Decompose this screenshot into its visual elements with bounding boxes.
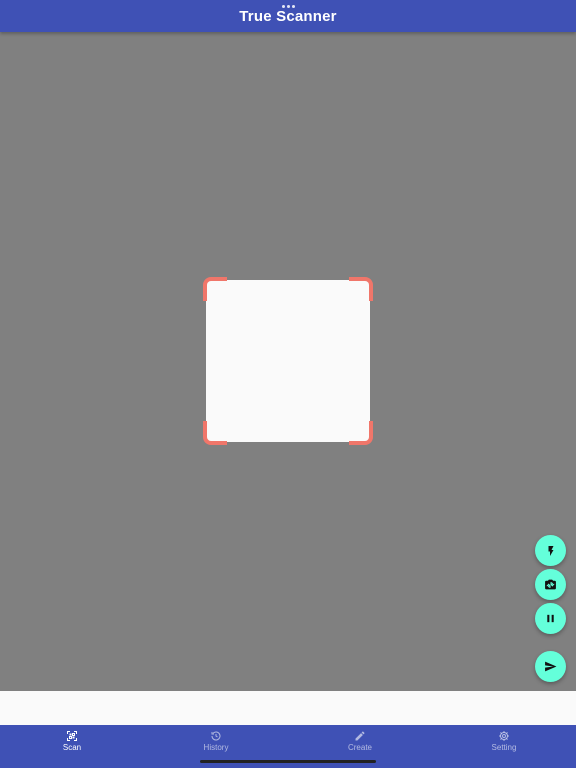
gear-icon: [499, 731, 509, 741]
history-icon: [211, 731, 221, 741]
nav-label-history: History: [203, 743, 229, 752]
flash-icon: [548, 545, 553, 556]
pencil-icon: [355, 731, 365, 741]
nav-item-scan[interactable]: Scan: [0, 725, 144, 768]
nav-label-create: Create: [347, 743, 372, 752]
app-bar: True Scanner: [0, 0, 576, 32]
qr-scan-icon: [67, 731, 77, 741]
scan-window: [206, 280, 370, 442]
flash-button[interactable]: [535, 535, 566, 566]
page-title: True Scanner: [239, 8, 337, 25]
home-indicator[interactable]: [200, 760, 376, 763]
scan-corner-bottom-left: [203, 421, 227, 445]
nav-item-setting[interactable]: Setting: [432, 725, 576, 768]
scan-corner-top-right: [349, 277, 373, 301]
send-icon: [545, 661, 557, 672]
scan-frame: [203, 277, 373, 445]
nav-label-setting: Setting: [491, 743, 517, 752]
send-button[interactable]: [535, 651, 566, 682]
scan-corner-bottom-right: [349, 421, 373, 445]
switch-camera-icon: [545, 579, 556, 590]
scan-corner-top-left: [203, 277, 227, 301]
pause-button[interactable]: [535, 603, 566, 634]
switch-camera-button[interactable]: [535, 569, 566, 600]
result-bar: [0, 691, 576, 725]
pause-icon: [547, 614, 554, 623]
nav-label-scan: Scan: [62, 743, 82, 752]
